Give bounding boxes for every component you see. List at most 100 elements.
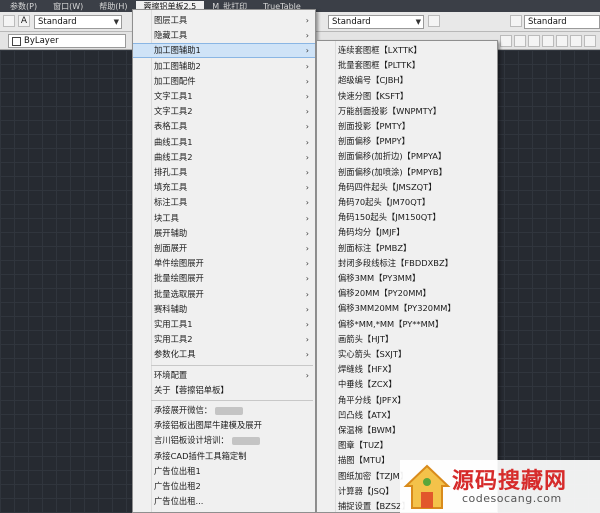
menu-item[interactable]: 承接铝板出图犀牛建模及展开: [133, 418, 315, 433]
menu-item[interactable]: 言川铝板设计培训：: [133, 433, 315, 448]
submenu-item[interactable]: 超级编号【CJBH】: [317, 73, 497, 88]
menu-item[interactable]: 实用工具1 ›: [133, 317, 315, 332]
menu-help[interactable]: 帮助(H): [91, 1, 135, 12]
dim-style-manager-icon[interactable]: [428, 15, 440, 27]
submenu-item-label: 角平分线【JPFX】: [338, 394, 406, 405]
menu-item[interactable]: 关于【蓉擦铝单板】: [133, 383, 315, 398]
menu-item[interactable]: 填充工具 ›: [133, 180, 315, 195]
menu-item[interactable]: 曲线工具1 ›: [133, 135, 315, 150]
table-style-value: Standard: [528, 17, 567, 27]
chevron-right-icon: ›: [305, 335, 309, 345]
tool-icon-3[interactable]: [528, 35, 540, 47]
submenu-item-label: 角码70起头【JM70QT】: [338, 197, 431, 207]
submenu-item[interactable]: 偏移*MM,*MM【PY**MM】: [317, 317, 497, 332]
table-style-icon[interactable]: [510, 15, 522, 27]
chevron-right-icon: ›: [305, 31, 309, 41]
submenu-item[interactable]: 快速分图【KSFT】: [317, 89, 497, 104]
submenu-item-label: 封闭多段线标注【FBDDXBZ】: [338, 257, 453, 268]
menu-item[interactable]: 文字工具1 ›: [133, 89, 315, 104]
submenu-item-label: 万能剖面投影【WNPMTY】: [338, 105, 442, 116]
menu-item[interactable]: 承接展开微信：: [133, 403, 315, 418]
dim-style-select[interactable]: Standard ▼: [328, 15, 424, 29]
menu-item-label: 标注工具: [154, 197, 188, 208]
menu-item[interactable]: 图层工具 ›: [133, 13, 315, 28]
submenu-item[interactable]: 中垂线【ZCX】: [317, 377, 497, 392]
chevron-right-icon: ›: [305, 152, 309, 162]
menu-item[interactable]: 广告位出租2: [133, 479, 315, 494]
watermark: 源码搜藏网 codesocang.com: [400, 460, 600, 513]
text-style-select[interactable]: Standard ▼: [34, 15, 122, 29]
table-style-select[interactable]: Standard: [524, 15, 600, 29]
menu-item[interactable]: 标注工具 ›: [133, 195, 315, 210]
submenu-item-label: 剖面偏移【PMPY】: [338, 136, 410, 147]
submenu-item[interactable]: 剖面偏移【PMPY】: [317, 134, 497, 149]
color-select[interactable]: ByLayer: [8, 34, 126, 48]
menu-item[interactable]: 赛科辅助 ›: [133, 302, 315, 317]
submenu-item[interactable]: 角码均分【JMJF】: [317, 225, 497, 240]
submenu-item-label: 偏移20MM【PY20MM】: [338, 288, 431, 299]
submenu-item[interactable]: 剖面偏移(加喷涂)【PMPYB】: [317, 165, 497, 180]
menu-item[interactable]: 展开辅助 ›: [133, 226, 315, 241]
text-style-icon[interactable]: A: [18, 15, 30, 27]
tool-icon-7[interactable]: [584, 35, 596, 47]
tool-icon-6[interactable]: [570, 35, 582, 47]
menu-item-label: 展开辅助: [154, 227, 188, 238]
menu-item[interactable]: 排孔工具 ›: [133, 165, 315, 180]
menu-item[interactable]: 广告位出租1: [133, 464, 315, 479]
toolbar-handle-icon[interactable]: [3, 15, 15, 27]
menu-item[interactable]: 加工图配件 ›: [133, 74, 315, 89]
menu-item-label: 广告位出租2: [154, 481, 201, 491]
menu-item-label: 隐藏工具: [154, 30, 188, 41]
chevron-right-icon: ›: [305, 61, 309, 71]
menu-item[interactable]: 环境配置 ›: [133, 368, 315, 383]
menu-item[interactable]: 曲线工具2 ›: [133, 150, 315, 165]
menu-item[interactable]: 文字工具2 ›: [133, 104, 315, 119]
submenu-item[interactable]: 偏移20MM【PY20MM】: [317, 286, 497, 301]
menu-item-label: 文字工具2: [154, 106, 193, 117]
submenu-item[interactable]: 偏移3MM【PY3MM】: [317, 271, 497, 286]
tool-icon-1[interactable]: [500, 35, 512, 47]
chevron-right-icon: ›: [305, 168, 309, 177]
menu-item[interactable]: 承接CAD插件工具箱定制: [133, 449, 315, 464]
submenu-item[interactable]: 剖面投影【PMTY】: [317, 119, 497, 134]
submenu-item[interactable]: 连续套图框【LXTTK】: [317, 43, 497, 58]
submenu-item[interactable]: 凹凸线【ATX】: [317, 408, 497, 423]
tool-icon-4[interactable]: [542, 35, 554, 47]
menu-item[interactable]: 批量选取展开 ›: [133, 287, 315, 302]
chevron-right-icon: ›: [305, 370, 309, 380]
menu-item[interactable]: 实用工具2 ›: [133, 332, 315, 347]
submenu-item[interactable]: 剖面标注【PMBZ】: [317, 241, 497, 256]
submenu-item[interactable]: 角码70起头【JM70QT】: [317, 195, 497, 210]
submenu-item[interactable]: 图章【TUZ】: [317, 438, 497, 453]
menu-item[interactable]: 剖面展开 ›: [133, 241, 315, 256]
menu-item[interactable]: 加工图辅助1 ›: [133, 43, 315, 59]
menu-params[interactable]: 参数(P): [2, 1, 45, 12]
submenu-item[interactable]: 剖面偏移(加折边)【PMPYA】: [317, 149, 497, 164]
submenu-item[interactable]: 焊缝线【HFX】: [317, 362, 497, 377]
menu-window[interactable]: 窗口(W): [45, 1, 91, 12]
menu-item[interactable]: 加工图辅助2 ›: [133, 59, 315, 74]
menu-item[interactable]: 块工具 ›: [133, 211, 315, 226]
submenu-item-label: 描图【MTU】: [338, 455, 390, 466]
submenu-item[interactable]: 保温棉【BWM】: [317, 423, 497, 438]
submenu-item[interactable]: 画箭头【HJT】: [317, 332, 497, 347]
menu-item[interactable]: 参数化工具 ›: [133, 347, 315, 362]
submenu-item[interactable]: 角码150起头【JM150QT】: [317, 210, 497, 225]
submenu-item[interactable]: 封闭多段线标注【FBDDXBZ】: [317, 256, 497, 271]
menu-item[interactable]: 批量绘图展开 ›: [133, 271, 315, 286]
submenu-item[interactable]: 偏移3MM20MM【PY320MM】: [317, 301, 497, 316]
tool-icon-5[interactable]: [556, 35, 568, 47]
menu-item[interactable]: 单件绘图展开 ›: [133, 256, 315, 271]
tool-icon-2[interactable]: [514, 35, 526, 47]
submenu-item[interactable]: 实心箭头【SXJT】: [317, 347, 497, 362]
submenu-item-label: 角码150起头【JM150QT】: [338, 212, 441, 223]
menu-item-label: 广告位出租...: [154, 496, 204, 507]
menu-separator: [151, 364, 313, 366]
menu-item[interactable]: 隐藏工具 ›: [133, 28, 315, 43]
menu-item[interactable]: 表格工具 ›: [133, 119, 315, 134]
submenu-item[interactable]: 万能剖面投影【WNPMTY】: [317, 104, 497, 119]
submenu-item[interactable]: 批量套图框【PLTTK】: [317, 58, 497, 73]
submenu-item[interactable]: 角码四件起头【JMSZQT】: [317, 180, 497, 195]
submenu-item[interactable]: 角平分线【JPFX】: [317, 393, 497, 408]
menu-item[interactable]: 广告位出租...: [133, 494, 315, 509]
